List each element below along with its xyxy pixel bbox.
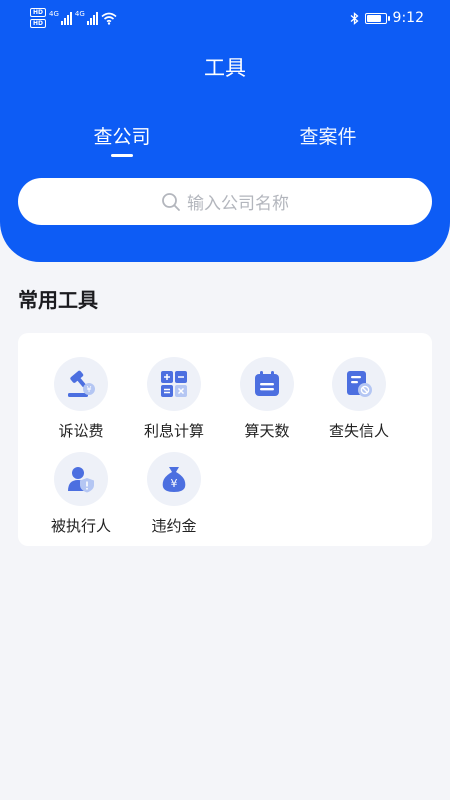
tool-label: 查失信人 xyxy=(328,422,389,440)
network-type-2: 4G xyxy=(74,10,85,18)
tool-litigation-fee[interactable]: ¥ 诉讼费 xyxy=(35,357,127,441)
network-type-1: 4G xyxy=(49,10,59,18)
tool-label: 诉讼费 xyxy=(58,422,104,440)
header: HD HD 4G 4G 9:12 工具 查公司 查案件 输入公司名称 xyxy=(0,0,450,262)
signal-icon-2: 4G xyxy=(75,11,98,25)
tool-label: 被执行人 xyxy=(50,517,111,535)
tool-icon-bg xyxy=(54,452,108,506)
document-ban-icon xyxy=(347,371,372,397)
calculator-icon xyxy=(161,371,187,397)
person-shield-icon xyxy=(68,467,94,493)
tool-executed-person[interactable]: 被执行人 xyxy=(35,452,127,536)
tool-icon-bg: ¥ xyxy=(147,452,201,506)
gavel-yen-icon: ¥ xyxy=(68,370,95,397)
tool-dishonest-search[interactable]: 查失信人 xyxy=(313,357,405,441)
search-placeholder: 输入公司名称 xyxy=(187,194,289,214)
hd-badges: HD HD xyxy=(30,8,46,28)
page-title: 工具 xyxy=(204,56,246,80)
search-icon xyxy=(162,192,180,211)
tool-label: 利息计算 xyxy=(143,422,204,440)
hd-badge-1: HD xyxy=(30,8,46,17)
tool-label: 违约金 xyxy=(151,517,197,535)
status-left: HD HD 4G 4G xyxy=(30,8,117,28)
tools-card: ¥ 诉讼费 利息计算 算天数 查失信人 被执行人 ¥ 违约金 xyxy=(18,333,432,546)
tab-company[interactable]: 查公司 xyxy=(52,122,192,149)
tool-icon-bg xyxy=(240,357,294,411)
hd-badge-2: HD xyxy=(30,19,46,28)
tool-icon-bg xyxy=(147,357,201,411)
status-time: 9:12 xyxy=(392,10,424,26)
tool-icon-bg xyxy=(332,357,386,411)
tab-bar: 查公司 查案件 xyxy=(0,122,450,162)
tool-liquidated-damages[interactable]: ¥ 违约金 xyxy=(128,452,220,536)
app-screen: HD HD 4G 4G 9:12 工具 查公司 查案件 输入公司名称 常用工具 … xyxy=(0,0,450,800)
calendar-icon xyxy=(255,371,279,396)
bluetooth-icon xyxy=(350,11,359,25)
svg-text:¥: ¥ xyxy=(171,477,178,490)
wifi-icon xyxy=(101,12,117,25)
tab-case[interactable]: 查案件 xyxy=(258,122,398,149)
signal-icon-1: 4G xyxy=(49,11,72,25)
battery-icon xyxy=(364,12,390,24)
tool-count-days[interactable]: 算天数 xyxy=(221,357,313,441)
status-bar: HD HD 4G 4G 9:12 xyxy=(0,0,450,38)
svg-text:¥: ¥ xyxy=(86,385,91,394)
status-right: 9:12 xyxy=(350,10,424,26)
tool-label: 算天数 xyxy=(244,422,290,440)
search-input[interactable]: 输入公司名称 xyxy=(18,178,432,225)
tool-interest-calc[interactable]: 利息计算 xyxy=(128,357,220,441)
active-tab-indicator xyxy=(111,154,133,157)
money-bag-icon: ¥ xyxy=(162,467,186,492)
section-title: 常用工具 xyxy=(18,288,98,312)
tool-icon-bg: ¥ xyxy=(54,357,108,411)
